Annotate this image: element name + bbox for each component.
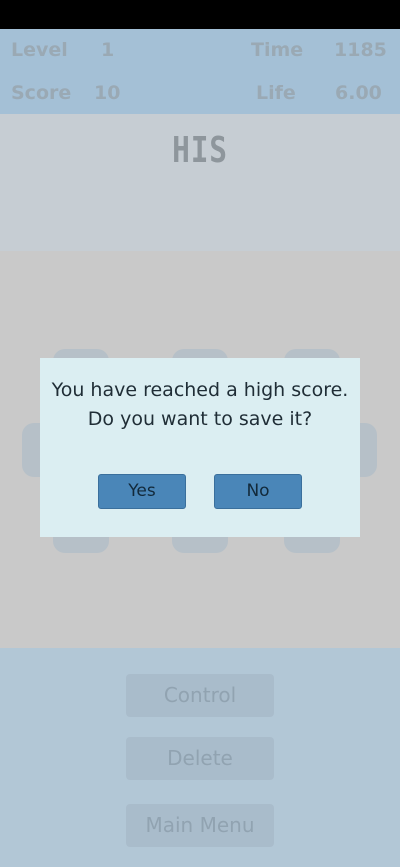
dialog-message-line2: Do you want to save it? [87, 408, 313, 430]
status-bar [0, 0, 400, 29]
no-button[interactable]: No [214, 474, 302, 509]
time-value: 1185 [334, 39, 387, 61]
time-label: Time [251, 39, 304, 61]
menu-area: Control Delete Main Menu [0, 648, 400, 867]
current-word: HIS [172, 130, 228, 171]
yes-button[interactable]: Yes [98, 474, 186, 509]
game-stats-header: Level 1 Time 1185 Score 10 Life 6.00 [0, 29, 400, 114]
dialog-message: You have reached a high score. Do you wa… [40, 376, 360, 434]
score-value: 10 [94, 82, 121, 104]
level-value: 1 [101, 39, 115, 61]
level-label: Level [11, 39, 68, 61]
delete-button[interactable]: Delete [126, 737, 274, 780]
life-label: Life [256, 82, 296, 104]
life-value: 6.00 [335, 82, 382, 104]
high-score-dialog: You have reached a high score. Do you wa… [40, 358, 360, 537]
score-label: Score [11, 82, 72, 104]
main-menu-button[interactable]: Main Menu [126, 804, 274, 847]
control-button[interactable]: Control [126, 674, 274, 717]
dialog-message-line1: You have reached a high score. [51, 379, 349, 401]
word-display-area: HIS [0, 114, 400, 251]
